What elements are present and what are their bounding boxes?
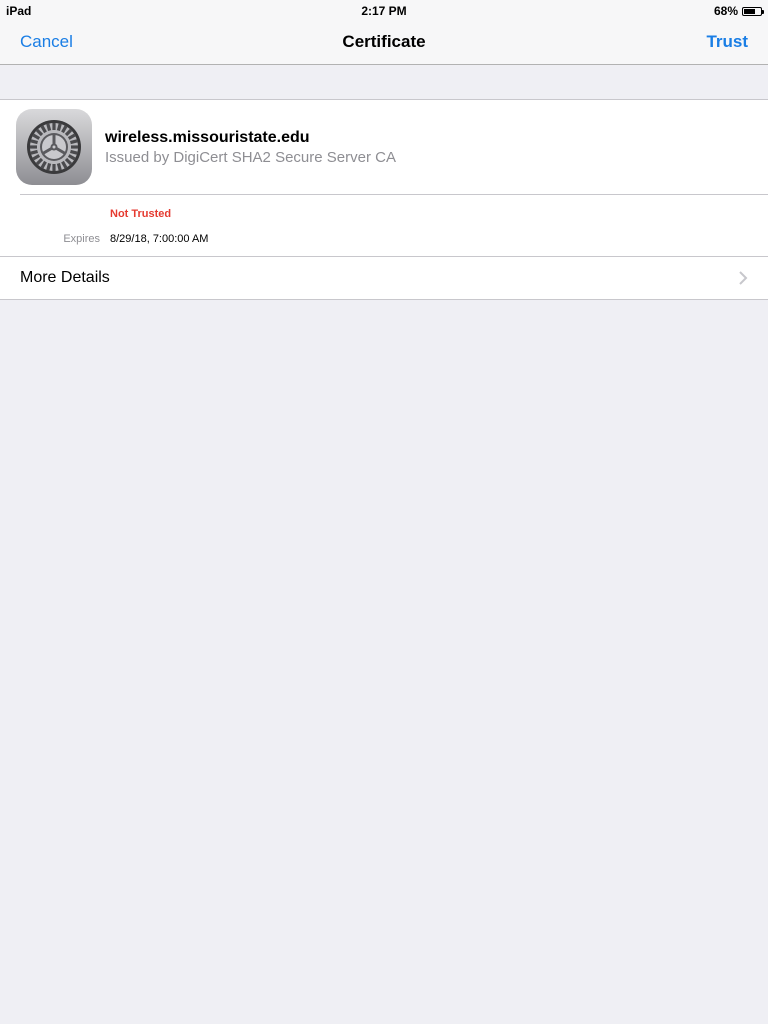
trust-status-label: Not Trusted (110, 208, 172, 220)
certificate-card: wireless.missouristate.edu Issued by Dig… (0, 99, 768, 300)
battery-indicator: 68% (713, 4, 764, 18)
navigation-bar: Cancel Certificate Trust (0, 20, 768, 65)
divider (20, 194, 768, 195)
chevron-right-icon (739, 271, 748, 285)
more-details-row[interactable]: More Details (0, 257, 768, 299)
expires-label: Expires (63, 233, 100, 245)
battery-icon (742, 6, 764, 16)
cancel-button[interactable]: Cancel (20, 32, 73, 52)
settings-gear-icon (16, 109, 92, 185)
battery-fill (744, 8, 755, 14)
page-title: Certificate (342, 32, 426, 51)
expires-value: 8/29/18, 7:00:00 AM (110, 233, 209, 245)
status-time: 2:17 PM (361, 4, 407, 18)
status-bar: iPad 2:17 PM 68% (0, 0, 768, 20)
certificate-issuer: Issued by DigiCert SHA2 Secure Server CA (105, 149, 396, 166)
certificate-name: wireless.missouristate.edu (105, 129, 310, 146)
battery-percent: 68% (713, 4, 738, 18)
more-details-label: More Details (20, 269, 110, 286)
trust-button[interactable]: Trust (706, 32, 748, 52)
